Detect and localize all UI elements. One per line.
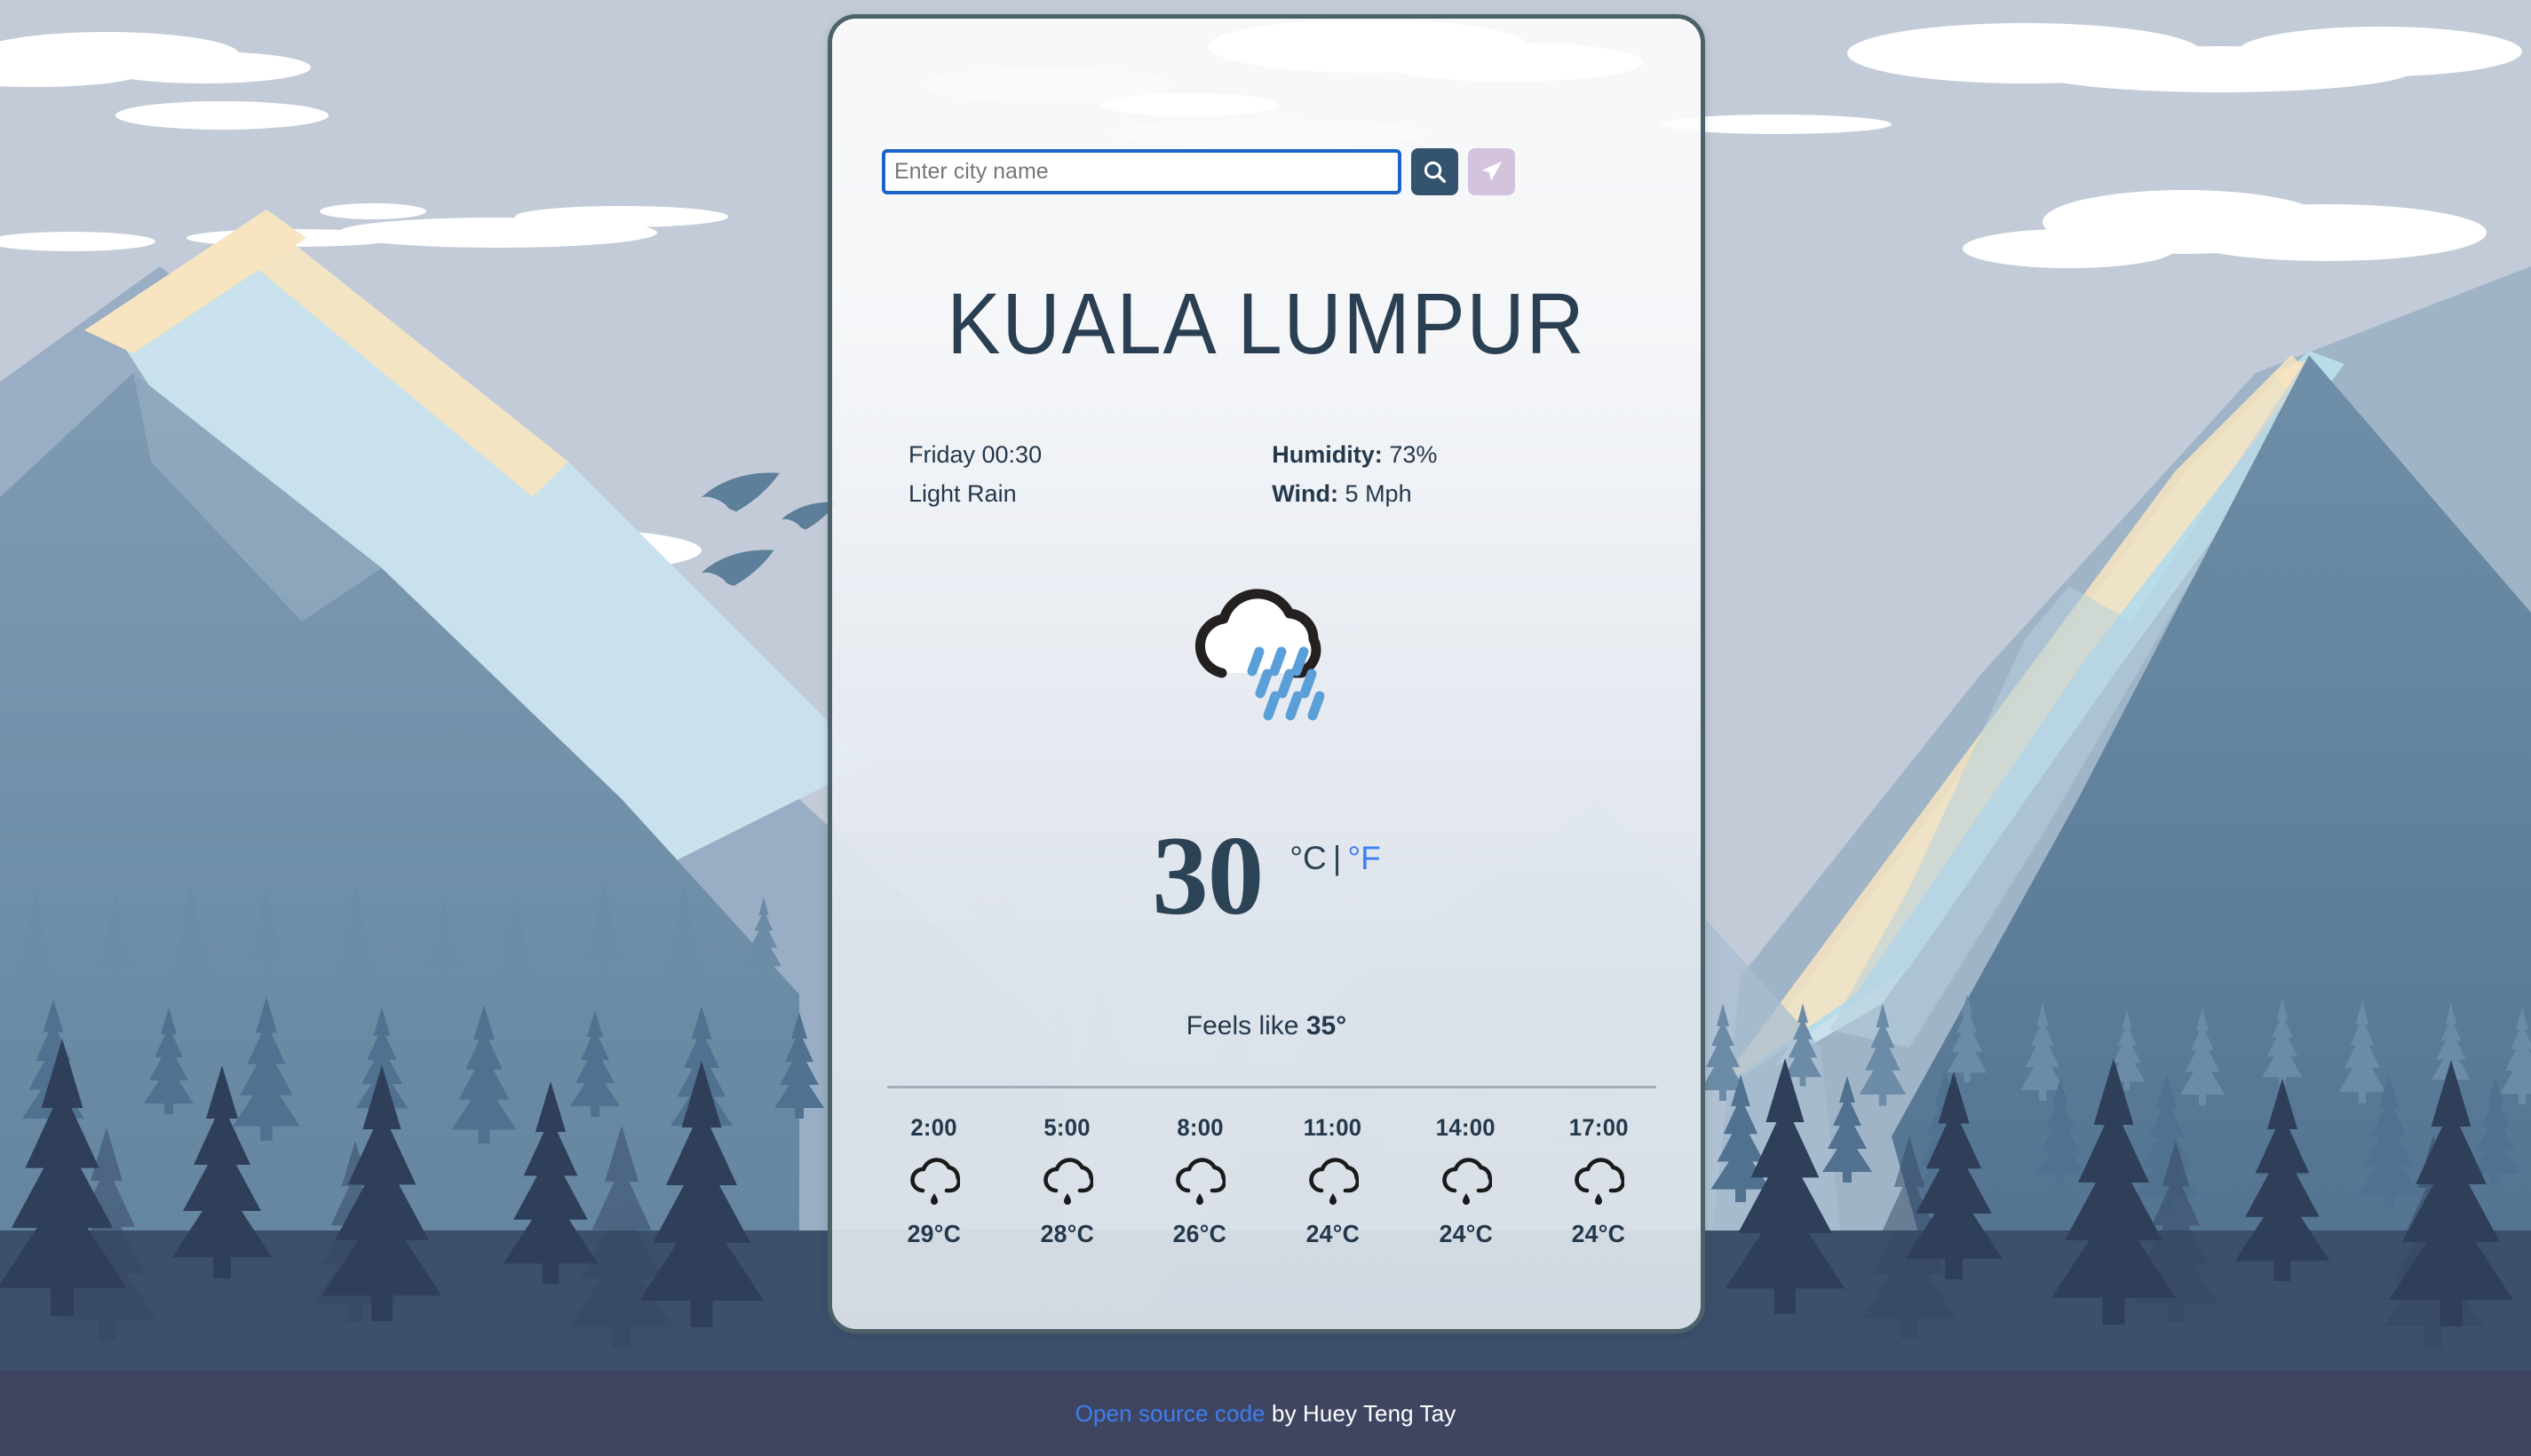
cloud-drizzle-icon <box>1309 1158 1359 1205</box>
humidity-label: Humidity: <box>1272 441 1383 468</box>
feels-like-value: 35° <box>1305 1011 1347 1041</box>
navigation-arrow-icon <box>1481 161 1503 181</box>
hourly-icon <box>908 1154 960 1209</box>
search-icon <box>1424 161 1447 184</box>
search-bar <box>882 148 1515 195</box>
day-time: Friday 00:30 <box>908 441 1043 468</box>
wind-row: Wind: 5 Mph <box>1272 482 1637 506</box>
temperature-value: 30 <box>1152 814 1264 938</box>
hourly-icon <box>1174 1154 1226 1209</box>
cloud-drizzle-icon <box>1176 1158 1226 1205</box>
unit-toggle: °C | °F <box>1289 840 1381 877</box>
hourly-time: 5:00 <box>1043 1114 1091 1141</box>
hourly-time: 2:00 <box>910 1114 958 1141</box>
hourly-icon <box>1307 1154 1359 1209</box>
hourly-time: 8:00 <box>1176 1114 1224 1141</box>
hourly-forecast-cell: 2:00 29°C <box>868 1114 1001 1248</box>
footer: Open source code by Huey Teng Tay <box>0 1371 2531 1456</box>
hourly-forecast-cell: 5:00 28°C <box>1001 1114 1134 1248</box>
cloud-drizzle-icon <box>1043 1158 1093 1205</box>
unit-separator: | <box>1332 840 1342 876</box>
unit-celsius[interactable]: °C <box>1289 840 1327 876</box>
hourly-time: 17:00 <box>1568 1114 1629 1141</box>
humidity-row: Humidity: 73% <box>1272 443 1637 467</box>
forecast-divider <box>887 1086 1656 1088</box>
hourly-forecast-cell: 14:00 24°C <box>1400 1114 1533 1248</box>
hourly-forecast-cell: 11:00 24°C <box>1266 1114 1400 1248</box>
weather-card: KUALA LUMPUR Friday 00:30 Light Rain Hum… <box>828 14 1705 1333</box>
feels-like-prefix: Feels like <box>1186 1011 1299 1041</box>
hourly-forecast-cell: 8:00 26°C <box>1133 1114 1266 1248</box>
hourly-time: 14:00 <box>1435 1114 1496 1141</box>
hourly-temp: 24°C <box>1571 1220 1626 1247</box>
hourly-temp: 24°C <box>1439 1220 1493 1247</box>
footer-text: Open source code by Huey Teng Tay <box>1075 1400 1456 1428</box>
hourly-time: 11:00 <box>1304 1114 1362 1141</box>
temperature-block: 30 °C | °F <box>832 820 1701 933</box>
rain-cloud-icon <box>1194 589 1325 721</box>
cloud-drizzle-icon <box>1441 1158 1492 1205</box>
footer-credit: by Huey Teng Tay <box>1265 1399 1456 1427</box>
open-source-link[interactable]: Open source code <box>1075 1400 1266 1427</box>
hourly-temp: 24°C <box>1305 1220 1361 1247</box>
search-input[interactable] <box>882 149 1401 194</box>
current-conditions-meta: Friday 00:30 Light Rain Humidity: 73% Wi… <box>832 443 1701 506</box>
hourly-icon <box>1042 1154 1093 1209</box>
weather-condition: Light Rain <box>908 480 1017 507</box>
current-weather-icon-wrap <box>832 574 1701 724</box>
cloud-drizzle-icon <box>1575 1158 1625 1205</box>
hourly-temp: 28°C <box>1040 1220 1094 1247</box>
humidity-value: 73% <box>1389 441 1438 468</box>
hourly-forecast: 2:00 29°C 5:00 28°C 8:00 26°C 11:00 24°C 14:… <box>868 1114 1665 1248</box>
hourly-icon <box>1440 1154 1492 1209</box>
feels-like: Feels like 35° <box>832 1011 1701 1041</box>
hourly-forecast-cell: 17:00 24°C <box>1532 1114 1665 1248</box>
hourly-temp: 26°C <box>1172 1220 1227 1247</box>
cloud-drizzle-icon <box>910 1158 960 1205</box>
locate-button[interactable] <box>1468 148 1515 195</box>
hourly-icon <box>1573 1154 1625 1209</box>
unit-fahrenheit[interactable]: °F <box>1347 840 1380 876</box>
city-title: KUALA LUMPUR <box>947 275 1586 372</box>
wind-label: Wind: <box>1272 480 1339 507</box>
wind-value: 5 Mph <box>1345 480 1412 507</box>
search-button[interactable] <box>1411 148 1458 195</box>
hourly-temp: 29°C <box>907 1220 962 1247</box>
